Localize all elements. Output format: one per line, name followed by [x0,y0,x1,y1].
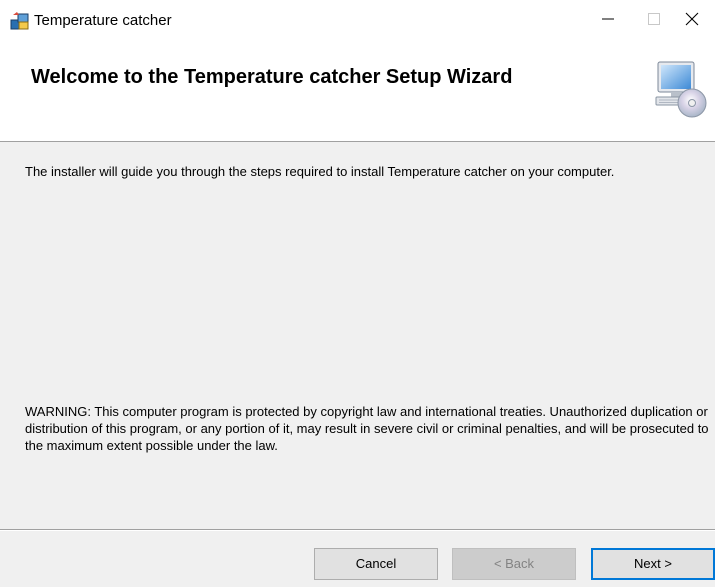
wizard-header: Welcome to the Temperature catcher Setup… [0,42,715,142]
next-button[interactable]: Next > [591,548,715,580]
close-icon [685,12,699,31]
close-button[interactable] [669,0,715,42]
button-bar: Cancel < Back Next > [0,529,715,587]
wizard-body: The installer will guide you through the… [0,143,715,529]
minimize-icon [602,12,614,30]
intro-text: The installer will guide you through the… [25,164,615,179]
copyright-warning: WARNING: This computer program is protec… [25,404,709,453]
maximize-icon [648,12,660,30]
wizard-title: Welcome to the Temperature catcher Setup… [31,66,513,88]
cancel-button[interactable]: Cancel [314,548,438,580]
installer-app-icon [10,11,30,31]
back-button[interactable]: < Back [452,548,576,580]
minimize-button[interactable] [585,0,631,42]
title-bar[interactable]: Temperature catcher [0,0,715,42]
computer-cd-icon [652,58,708,120]
window-title: Temperature catcher [34,12,172,29]
